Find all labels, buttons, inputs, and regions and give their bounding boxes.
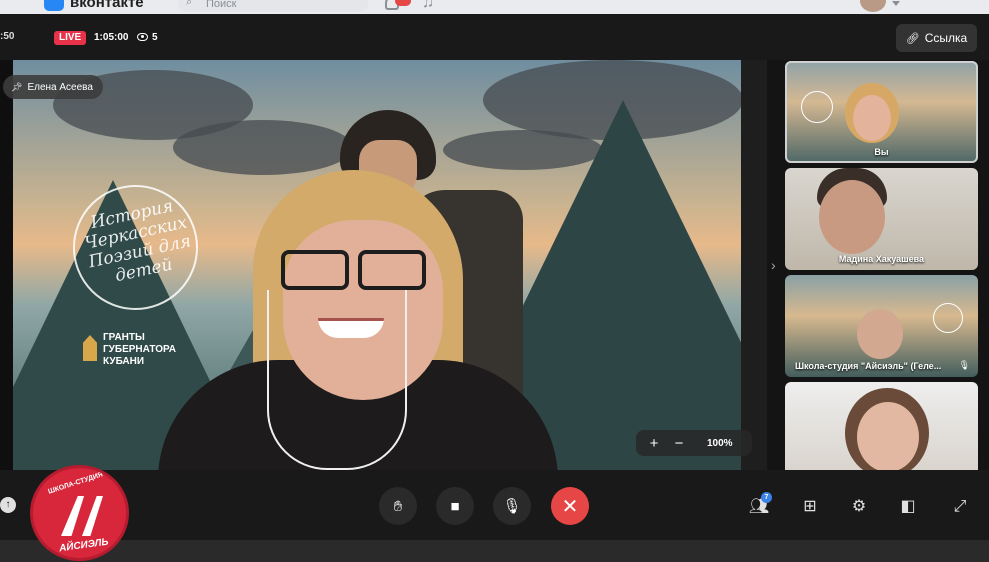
pin-icon: 📌︎ xyxy=(11,81,23,92)
participant-video-face xyxy=(853,95,891,141)
call-control-bar: ↑ ✋︎ ■ 🎙︎ ✕ 👥︎ 7 ⊞ ⚙ ◧ ⤢ xyxy=(0,470,989,540)
speaker-glasses xyxy=(358,250,426,290)
microphone-button[interactable]: 🎙︎ xyxy=(493,487,531,525)
vk-search-input[interactable]: ⌕ Поиск xyxy=(178,0,368,12)
live-duration: 1:05:00 xyxy=(94,32,129,43)
participant-tiles: Вы Мадина Хакуашева Школа-студия "Айсиэл… xyxy=(785,61,979,471)
chevron-right-icon[interactable]: › xyxy=(771,258,781,272)
stamp-bottom-text: АЙСИЭЛЬ xyxy=(58,536,110,555)
vk-top-bar: вконтакте ⌕ Поиск ♫ xyxy=(0,0,989,14)
share-icon[interactable]: ↑ xyxy=(0,497,16,513)
search-icon: ⌕ xyxy=(186,0,193,8)
grants-logo: ГРАНТЫ ГУБЕРНАТОРА КУБАНИ xyxy=(83,332,176,368)
camera-icon: ■ xyxy=(450,497,460,515)
link-button-label: Ссылка xyxy=(924,31,968,45)
stamp-emblem-icon xyxy=(61,496,103,536)
participants-count-badge: 7 xyxy=(761,492,772,503)
zoom-control: + − 100% xyxy=(636,430,752,456)
picture-in-picture-icon[interactable]: ◧ xyxy=(896,495,920,519)
close-icon: ✕ xyxy=(561,495,579,518)
participant-name: Мадина Хакуашева xyxy=(838,254,925,264)
grants-emblem-icon xyxy=(83,335,97,361)
grants-text: ГРАНТЫ ГУБЕРНАТОРА КУБАНИ xyxy=(103,332,176,368)
speaker-glasses xyxy=(281,250,349,290)
main-video-stage: История Черкасских Поэзий для детей ГРАН… xyxy=(0,60,767,470)
speaker-earphone-cable xyxy=(267,290,407,470)
participant-video-face xyxy=(819,180,885,254)
music-icon[interactable]: ♫ xyxy=(422,0,434,12)
zoom-out-button[interactable]: − xyxy=(669,435,689,452)
project-logo-circle xyxy=(801,91,833,123)
call-header: :50 LIVE 1:05:00 5 🔗︎ Ссылка xyxy=(0,14,989,60)
notification-badge xyxy=(395,0,411,6)
participant-video-face xyxy=(857,309,903,359)
grants-text-line: ГУБЕРНАТОРА xyxy=(103,344,177,355)
camera-button[interactable]: ■ xyxy=(436,487,474,525)
microphone-icon: 🎙︎ xyxy=(502,498,522,515)
participant-tile[interactable]: Школа-студия "Айсиэль" (Геле... 🎙︎ xyxy=(785,275,978,377)
vk-logo-icon xyxy=(44,0,64,11)
hand-icon: ✋︎ xyxy=(393,497,403,515)
link-button[interactable]: 🔗︎ Ссылка xyxy=(896,24,977,52)
zoom-in-button[interactable]: + xyxy=(644,435,664,452)
live-badge: LIVE xyxy=(54,31,87,45)
grants-text-line: ГРАНТЫ xyxy=(103,332,145,343)
settings-gear-icon[interactable]: ⚙ xyxy=(847,495,871,519)
elapsed-time: :50 xyxy=(0,31,15,42)
chevron-down-icon[interactable] xyxy=(892,1,900,6)
participant-name: Вы xyxy=(874,147,889,157)
eye-icon xyxy=(137,33,148,41)
participant-tile[interactable]: Мадина Хакуашева xyxy=(785,168,978,270)
page-footer-strip xyxy=(0,540,989,562)
participant-video-face xyxy=(857,402,919,471)
studio-watermark-logo: ШКОЛА-СТУДИЯ АЙСИЭЛЬ xyxy=(30,465,129,561)
pinned-participant-name: Елена Асеева xyxy=(27,81,93,93)
vk-search-placeholder: Поиск xyxy=(206,0,237,10)
pinned-video[interactable]: История Черкасских Поэзий для детей ГРАН… xyxy=(13,60,741,470)
end-call-button[interactable]: ✕ xyxy=(551,487,589,525)
link-icon: 🔗︎ xyxy=(905,32,920,45)
stamp-top-text: ШКОЛА-СТУДИЯ xyxy=(47,471,104,496)
vk-logo-text: вконтакте xyxy=(70,0,144,11)
mic-off-icon: 🎙︎ xyxy=(958,360,970,370)
user-avatar[interactable] xyxy=(860,0,886,12)
fullscreen-icon[interactable]: ⤢ xyxy=(948,495,972,519)
background-cloud xyxy=(173,120,353,175)
raise-hand-button[interactable]: ✋︎ xyxy=(379,487,417,525)
pinned-participant-label[interactable]: 📌︎ Елена Асеева xyxy=(3,75,103,99)
participant-tile-self[interactable]: Вы xyxy=(785,61,978,163)
vk-logo[interactable]: вконтакте xyxy=(44,0,144,11)
video-side-gutter xyxy=(741,60,767,470)
participant-tile[interactable] xyxy=(785,382,978,471)
grid-layout-icon[interactable]: ⊞ xyxy=(798,495,822,519)
project-logo-circle xyxy=(933,303,963,333)
vk-video-call-window: вконтакте ⌕ Поиск ♫ :50 LIVE 1:05:00 5 🔗… xyxy=(0,0,989,562)
participant-name: Школа-студия "Айсиэль" (Геле... xyxy=(795,361,942,371)
grants-text-line: КУБАНИ xyxy=(103,356,145,367)
zoom-level: 100% xyxy=(707,437,733,449)
viewer-count: 5 xyxy=(152,32,158,43)
